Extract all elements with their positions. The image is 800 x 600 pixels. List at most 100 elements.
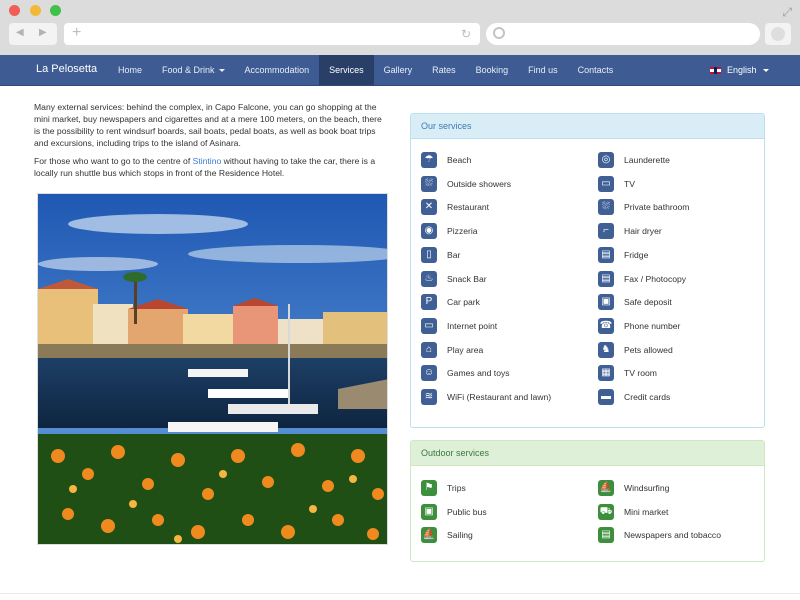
nav-item-booking[interactable]: Booking (466, 55, 519, 85)
site-navbar: La Pelosetta Home Food & Drink Accommodati… (0, 55, 800, 86)
service-label: Hair dryer (624, 226, 662, 237)
footer-divider (0, 593, 800, 594)
reload-icon[interactable]: ↻ (461, 27, 471, 41)
service-label: Public bus (447, 506, 487, 517)
chevron-down-icon (218, 69, 225, 73)
service-label: Internet point (447, 320, 498, 331)
page-content: Many external services: behind the compl… (0, 86, 800, 600)
tv-icon: ▭ (598, 175, 614, 192)
nav-item-label: Food & Drink (162, 65, 215, 75)
service-label: Phone number (624, 320, 681, 331)
service-label: Snack Bar (447, 273, 487, 284)
pizza-icon: ◉ (421, 223, 437, 240)
phone-icon: ☎ (598, 317, 614, 334)
intro-text: Many external services: behind the compl… (34, 101, 390, 185)
tv-room-icon: ▦ (598, 365, 614, 382)
hiking-icon: ⚑ (421, 480, 437, 496)
our-services-heading: Our services (411, 114, 764, 139)
nav-item-find-us[interactable]: Find us (518, 55, 568, 85)
service-label: Safe deposit (624, 297, 672, 308)
forward-icon[interactable]: ▶ (39, 27, 47, 38)
nav-item-gallery[interactable]: Gallery (374, 55, 423, 85)
nav-item-home[interactable]: Home (108, 55, 152, 85)
sailboat-icon: ⛵ (421, 527, 437, 544)
service-label: Games and toys (447, 368, 510, 379)
stintino-link[interactable]: Stintino (193, 156, 222, 166)
site-brand[interactable]: La Pelosetta (36, 63, 97, 75)
newspaper-icon: ▤ (598, 527, 614, 544)
harbor-photo (37, 193, 388, 545)
nav-item-services[interactable]: Services (319, 55, 374, 85)
nav-item-rates[interactable]: Rates (422, 55, 466, 85)
service-label: TV (624, 178, 635, 189)
nav-item-accommodation[interactable]: Accommodation (235, 55, 320, 85)
shopping-cart-icon: ⛟ (598, 503, 614, 520)
outdoor-services-heading: Outdoor services (411, 441, 764, 466)
nav-item-label: Accommodation (244, 65, 310, 75)
service-label: Mini market (624, 506, 669, 517)
service-label: Credit cards (624, 392, 671, 402)
browser-window: ⤢ ◀ ▶ + ↻ La Pelosetta Home Food & Drink A… (0, 0, 800, 600)
fullscreen-icon[interactable]: ⤢ (782, 5, 792, 20)
search-bar[interactable] (486, 23, 760, 45)
service-label: TV room (624, 368, 657, 379)
computer-icon: ▭ (421, 317, 437, 334)
uk-flag-icon (710, 67, 721, 75)
service-label: Bar (447, 249, 461, 260)
washing-machine-icon: ◎ (598, 152, 614, 168)
credit-card-icon: ▬ (598, 389, 614, 405)
browser-chrome: ⤢ ◀ ▶ + ↻ (0, 0, 800, 55)
service-label: Beach (447, 155, 472, 165)
service-label: Car park (447, 297, 480, 308)
back-forward-buttons[interactable]: ◀ ▶ (9, 23, 57, 45)
nav-item-label: Gallery (383, 65, 413, 75)
shower-icon: ⛆ (421, 175, 437, 192)
bathroom-icon: ⛆ (598, 199, 614, 216)
paragraph-text: For those who want to go to the centre o… (34, 156, 193, 166)
service-label: Pets allowed (624, 344, 673, 355)
intro-paragraph-1: Many external services: behind the compl… (34, 102, 382, 148)
back-icon[interactable]: ◀ (16, 27, 24, 38)
windsurf-icon: ⛵ (598, 480, 614, 496)
nav-item-label: Booking (475, 65, 509, 75)
service-label: Newspapers and tobacco (624, 530, 721, 541)
service-label: Fax / Photocopy (624, 273, 687, 284)
pets-icon: ♞ (598, 341, 614, 358)
zoom-window-button[interactable] (50, 5, 61, 16)
safe-icon: ▣ (598, 294, 614, 311)
browser-menu-button[interactable] (765, 23, 791, 45)
chevron-down-icon (763, 69, 770, 73)
snack-icon: ♨ (421, 270, 437, 287)
playground-icon: ⌂ (421, 341, 437, 358)
minimize-window-button[interactable] (30, 5, 41, 16)
language-selector[interactable]: English (710, 55, 770, 85)
service-label: Private bathroom (624, 202, 690, 213)
service-label: WiFi (Restaurant and lawn) (447, 392, 552, 402)
close-window-button[interactable] (9, 5, 20, 16)
search-icon (493, 27, 505, 39)
nav-item-contacts[interactable]: Contacts (568, 55, 624, 85)
nav-item-label: Rates (432, 65, 456, 75)
service-label: Trips (447, 483, 466, 493)
restaurant-icon: ✕ (421, 199, 437, 216)
service-label: Outside showers (447, 178, 512, 189)
service-label: Windsurfing (624, 483, 670, 493)
nav-item-label: Services (329, 65, 364, 75)
language-label: English (727, 65, 757, 75)
nav-item-food-drink[interactable]: Food & Drink (152, 55, 235, 85)
beach-icon: ☂ (421, 152, 437, 168)
service-label: Restaurant (447, 202, 490, 213)
address-bar[interactable]: + ↻ (64, 23, 480, 45)
fridge-icon: ▤ (598, 246, 614, 263)
nav-item-label: Home (118, 65, 143, 75)
nav-item-label: Contacts (577, 65, 614, 75)
add-tab-icon[interactable]: + (72, 24, 81, 42)
service-label: Fridge (624, 249, 649, 260)
intro-paragraph-2: For those who want to go to the centre o… (34, 155, 390, 179)
wifi-icon: ≋ (421, 389, 437, 405)
service-label: Sailing (447, 530, 473, 541)
service-label: Launderette (624, 155, 670, 165)
main-nav: Home Food & Drink Accommodation Services Gal… (108, 55, 623, 85)
parking-icon: P (421, 294, 437, 311)
service-label: Pizzeria (447, 226, 478, 237)
